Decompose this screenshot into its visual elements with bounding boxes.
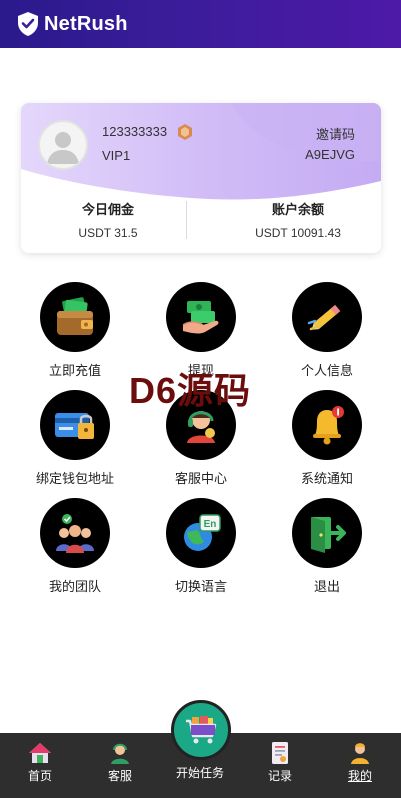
menu-label-logout: 退出 (313, 579, 340, 594)
top-bar: NetRush (0, 0, 401, 48)
stat-divider (186, 201, 187, 239)
records-icon (272, 742, 288, 764)
tab-home[interactable]: 首页 (0, 733, 80, 798)
start-task-button[interactable] (171, 700, 231, 760)
wallet-icon (40, 282, 110, 352)
menu-label-bind-wallet: 绑定钱包地址 (35, 471, 114, 486)
menu-label-support-center: 客服中心 (174, 471, 227, 486)
menu-item-notifications[interactable]: 系统通知 (267, 390, 387, 487)
tab-support[interactable]: 客服 (80, 733, 160, 798)
brand-name: NetRush (44, 12, 128, 35)
menu-item-profile-info[interactable]: 个人信息 (267, 282, 387, 379)
tab-mine[interactable]: 我的 (320, 733, 400, 798)
menu-item-my-team[interactable]: 我的团队 (15, 498, 135, 595)
menu-label-notifications: 系统通知 (300, 471, 353, 486)
bell-icon (292, 390, 362, 460)
tab-label-mine: 我的 (347, 769, 372, 783)
user-id: 123333333 (102, 124, 168, 139)
user-silhouette-icon (47, 132, 79, 164)
invite-code[interactable]: A9EJVG (305, 147, 355, 162)
menu-label-my-team: 我的团队 (48, 579, 101, 594)
cash-hand-icon (166, 282, 236, 352)
svg-text:En: En (204, 519, 217, 530)
tab-label-home: 首页 (27, 769, 52, 783)
logout-icon (292, 498, 362, 568)
menu-label-profile-info: 个人信息 (300, 363, 353, 378)
language-icon: En (166, 498, 236, 568)
commission-label: 今日佣金 (81, 202, 134, 217)
profile-icon (351, 743, 369, 764)
menu-item-bind-wallet[interactable]: 绑定钱包地址 (15, 390, 135, 487)
team-icon (40, 498, 110, 568)
shield-check-icon (18, 12, 38, 36)
tab-label-support: 客服 (107, 769, 132, 783)
invite-code-label: 邀请码 (315, 127, 355, 142)
profile-card: 123333333 VIP1 邀请码 A9EJVG 今日佣金 USDT 31.5… (21, 103, 381, 253)
home-icon (29, 743, 51, 763)
brand-logo[interactable]: NetRush (16, 11, 128, 37)
today-commission: 今日佣金 USDT 31.5 (23, 199, 193, 240)
commission-value: USDT 31.5 (78, 226, 138, 240)
cart-icon (186, 716, 217, 744)
support-icon (111, 743, 129, 764)
menu-item-logout[interactable]: 退出 (267, 498, 387, 595)
vip-level: VIP1 (102, 148, 131, 163)
tab-label-records: 记录 (267, 769, 292, 783)
tab-label-start-task: 开始任务 (175, 766, 224, 780)
menu-label-switch-language: 切换语言 (174, 579, 227, 594)
pencil-icon (292, 282, 362, 352)
watermark: D6源码 (129, 370, 252, 411)
tab-records[interactable]: 记录 (240, 733, 320, 798)
menu-item-recharge[interactable]: 立即充值 (15, 282, 135, 379)
balance-value: USDT 10091.43 (255, 226, 341, 240)
avatar[interactable] (38, 120, 88, 170)
vip-badge-icon (178, 124, 192, 140)
menu-label-recharge: 立即充值 (48, 363, 101, 378)
menu-item-switch-language[interactable]: En 切换语言 (141, 498, 261, 595)
balance-label: 账户余额 (271, 202, 324, 217)
account-balance: 账户余额 USDT 10091.43 (213, 199, 381, 240)
card-lock-icon (40, 390, 110, 460)
